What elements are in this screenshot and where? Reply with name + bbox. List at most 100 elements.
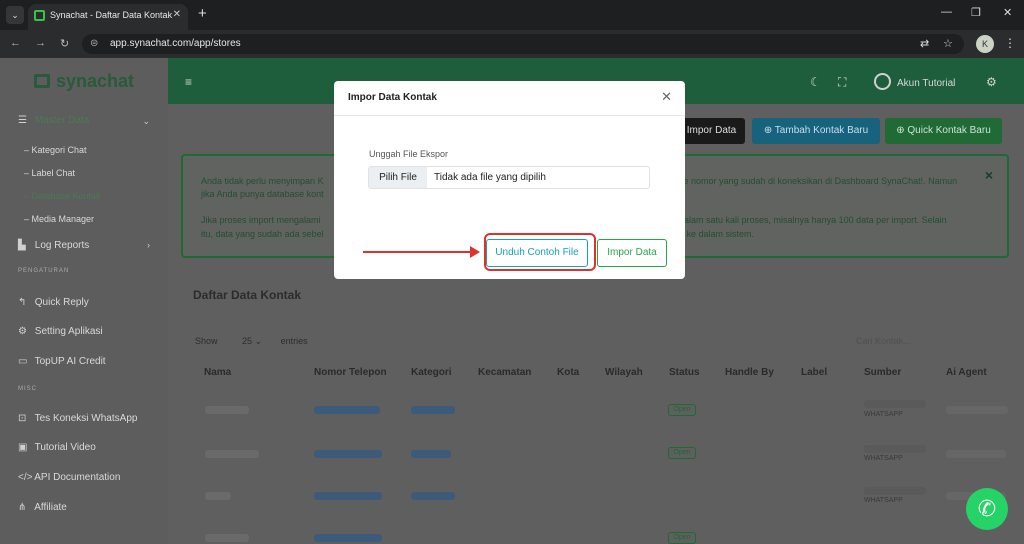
sidebar-item-label: Master Data [34, 115, 90, 126]
user-avatar-icon [874, 73, 891, 90]
modal-divider [334, 115, 685, 116]
import-data-button[interactable]: Impor Data [597, 239, 667, 267]
whatsapp-icon[interactable]: ✆ [966, 488, 1008, 530]
gear-icon: ⚙ [18, 326, 27, 337]
status-badge: Open [668, 532, 696, 544]
status-badge: Open [668, 447, 696, 459]
new-tab-button[interactable]: + [198, 5, 207, 22]
tambah-kontak-button[interactable]: ⊕ Tambah Kontak Baru [752, 118, 880, 144]
page-size-value: 25 [242, 336, 253, 346]
section-misc: MISC [18, 386, 37, 392]
bookmark-star-icon[interactable]: ☆ [943, 34, 953, 54]
translate-icon[interactable]: ⇄ [920, 34, 929, 54]
table-cell [411, 406, 455, 414]
user-name: Akun Tutorial [897, 78, 956, 89]
browser-tab[interactable]: Synachat - Daftar Data Kontak ✕ [28, 4, 188, 30]
browser-tabstrip: ⌄ Synachat - Daftar Data Kontak ✕ + — ❐ … [0, 0, 1024, 30]
sidebar-item-affiliate[interactable]: ⋔ Affiliate [18, 502, 67, 513]
choose-file-button[interactable]: Pilih File [369, 167, 427, 188]
sidebar-item-tes-koneksi[interactable]: ⊡ Tes Koneksi WhatsApp [18, 413, 137, 424]
profile-avatar[interactable]: K [976, 35, 994, 53]
alert-text: jika Anda punya database kont [201, 189, 324, 199]
table-row[interactable] [205, 492, 231, 500]
user-menu[interactable]: Akun Tutorial [874, 73, 955, 90]
tab-close-icon[interactable]: ✕ [173, 4, 181, 26]
search-input[interactable]: Cari Kontak... [856, 336, 911, 346]
table-cell [411, 450, 451, 458]
column-header-sumber[interactable]: Sumber [864, 367, 901, 378]
sidebar-item-kategori-chat[interactable]: – Kategori Chat [24, 145, 87, 155]
address-bar[interactable]: ⊜ app.synachat.com/app/stores ⇄ ☆ [82, 34, 964, 54]
sidebar-item-setting-aplikasi[interactable]: ⚙ Setting Aplikasi [18, 326, 103, 337]
alert-text: g ke dalam sistem. [679, 229, 755, 239]
column-header-wilayah[interactable]: Wilayah [605, 367, 643, 378]
restore-icon[interactable]: ❐ [971, 6, 981, 19]
modal-close-icon[interactable]: ✕ [661, 89, 672, 105]
sidebar-item-quick-reply[interactable]: ↰ Quick Reply [18, 297, 89, 308]
table-row[interactable] [205, 534, 249, 542]
alert-text: Jika proses import mengalami [201, 215, 321, 225]
column-header-nama[interactable]: Nama [204, 367, 231, 378]
quick-kontak-button[interactable]: ⊕ Quick Kontak Baru [885, 118, 1002, 144]
list-icon: ☰ [18, 115, 27, 126]
sidebar-item-label: Setting Aplikasi [34, 326, 103, 337]
table-row[interactable] [205, 450, 259, 458]
upload-label: Unggah File Ekspor [369, 149, 449, 159]
column-header-handle-by[interactable]: Handle By [725, 367, 774, 378]
table-cell [314, 492, 382, 500]
sidebar-item-label: Tes Koneksi WhatsApp [34, 413, 138, 424]
source-label: WHATSAPP [864, 497, 903, 504]
sidebar-item-label-chat[interactable]: – Label Chat [24, 168, 75, 178]
alert-close-icon[interactable]: × [985, 167, 993, 183]
reload-icon[interactable]: ↻ [60, 37, 69, 50]
site-info-icon[interactable]: ⊜ [90, 34, 98, 54]
table-row[interactable] [205, 406, 249, 414]
table-cell [946, 406, 1008, 414]
sidebar-item-label: Kategori Chat [31, 145, 87, 155]
tab-search-icon[interactable]: ⌄ [6, 6, 24, 24]
back-icon[interactable]: ← [10, 37, 21, 49]
table-cell [314, 406, 380, 414]
minimize-icon[interactable]: — [941, 6, 952, 18]
sidebar-item-master-data[interactable]: ☰ Master Data [18, 115, 89, 126]
contact-table-card: Daftar Data Kontak Show 25 ⌄ entries Car… [181, 270, 1009, 544]
column-header-kecamatan[interactable]: Kecamatan [478, 367, 531, 378]
settings-icon[interactable]: ⚙ [986, 75, 997, 89]
video-icon: ▣ [18, 442, 28, 453]
brand-logo[interactable]: synachat [34, 71, 134, 92]
forward-icon[interactable]: → [35, 37, 46, 49]
column-header-kota[interactable]: Kota [557, 367, 579, 378]
modal-title: Impor Data Kontak [348, 92, 437, 103]
table-cell [314, 534, 382, 542]
column-header-ai-agent[interactable]: Ai Agent [946, 367, 987, 378]
sidebar-item-media-manager[interactable]: – Media Manager [24, 214, 94, 224]
sidebar-item-log-reports[interactable]: ▙ Log Reports [18, 240, 89, 251]
sidebar-item-label: Database Kontak [31, 191, 101, 201]
section-pengaturan: PENGATURAN [18, 268, 70, 274]
column-header-status[interactable]: Status [669, 367, 700, 378]
sidebar-item-label: Quick Reply [34, 297, 89, 308]
chart-icon: ▙ [18, 240, 26, 251]
sidebar-item-api-doc[interactable]: </> API Documentation [18, 472, 120, 483]
sidebar-item-topup[interactable]: ▭ TopUP AI Credit [18, 356, 106, 367]
browser-menu-icon[interactable]: ⋮ [1004, 36, 1016, 50]
table-cell [411, 492, 455, 500]
status-badge: Open [668, 404, 696, 416]
column-header-label[interactable]: Label [801, 367, 827, 378]
file-input[interactable]: Pilih File Tidak ada file yang dipilih [368, 166, 650, 189]
sidebar-item-tutorial-video[interactable]: ▣ Tutorial Video [18, 442, 96, 453]
sidebar-item-database-kontak[interactable]: – Database Kontak [24, 191, 101, 201]
column-header-kategori[interactable]: Kategori [411, 367, 452, 378]
table-cell [864, 400, 926, 408]
column-header-nomor[interactable]: Nomor Telepon [314, 367, 387, 378]
sidebar-item-label: Media Manager [31, 214, 95, 224]
url-text: app.synachat.com/app/stores [110, 38, 241, 49]
button-label: Impor Data [686, 125, 737, 136]
page-size-select[interactable]: 25 ⌄ [242, 336, 262, 346]
hamburger-icon[interactable]: ≡ [185, 75, 192, 89]
close-window-icon[interactable]: ✕ [1003, 6, 1012, 19]
fullscreen-icon[interactable]: ⛶ [838, 75, 846, 90]
show-label: Show [195, 336, 218, 346]
dark-mode-icon[interactable]: ☾ [810, 75, 821, 89]
logo-icon [34, 74, 50, 88]
